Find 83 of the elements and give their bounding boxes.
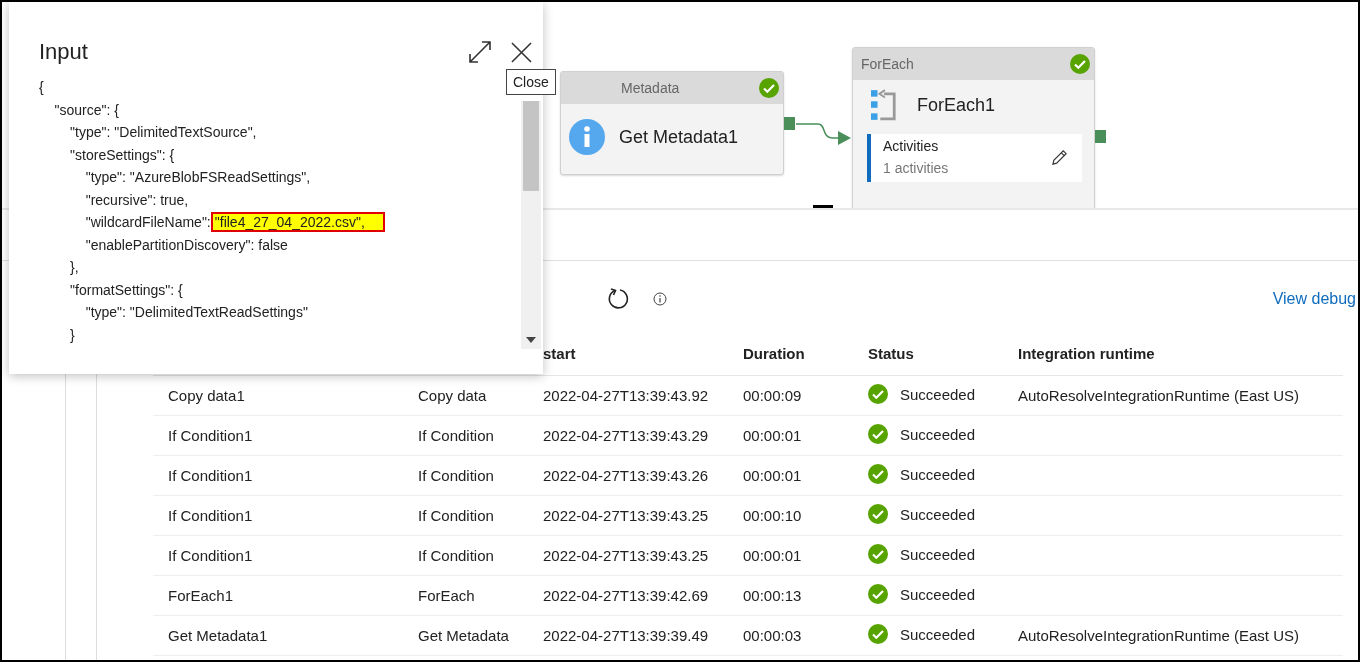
code-line: "wildcardFileName": — [84, 214, 211, 230]
activity-name: ForEach1 — [917, 94, 996, 116]
activities-card[interactable]: Activities 1 activities — [867, 134, 1082, 182]
table-cell: If Condition1 — [153, 535, 403, 576]
table-cell: 2022-04-27T13:39:42.69 — [528, 575, 728, 616]
column-header: Status — [853, 331, 1003, 376]
connector-arrow — [796, 121, 852, 147]
activity-node[interactable]: Metadata Get Metadata1 — [560, 71, 784, 175]
table-cell: Copy data — [403, 375, 528, 416]
table-cell: If Condition — [403, 415, 528, 456]
success-icon — [868, 544, 888, 564]
scroll-down-icon[interactable] — [526, 337, 536, 343]
table-cell: If Condition1 — [153, 455, 403, 496]
code-line: }, — [69, 259, 79, 275]
activities-title: Activities — [883, 138, 940, 154]
table-cell: ForEach1 — [153, 575, 403, 616]
view-debug-link[interactable]: View debug — [1272, 290, 1356, 308]
table-cell: 00:00:01 — [728, 415, 853, 456]
table-cell: 00:00:09 — [728, 375, 853, 416]
table-cell: ForEach — [403, 575, 528, 616]
table-cell: 00:00:01 — [728, 455, 853, 496]
activity-node[interactable]: ForEach ForEach1 Activities 1 activities — [852, 47, 1095, 208]
table-cell: 2022-04-27T13:39:43.29 — [528, 415, 728, 456]
success-icon — [868, 584, 888, 604]
success-icon — [868, 384, 888, 404]
table-cell: AutoResolveIntegrationRuntime (East US) — [1018, 627, 1299, 644]
status-text: Succeeded — [900, 545, 976, 563]
success-icon — [868, 464, 888, 484]
success-icon — [868, 424, 888, 444]
table-cell: 2022-04-27T13:39:39.49 — [528, 615, 728, 656]
code-line: "recursive": true, — [84, 191, 189, 208]
refresh-icon[interactable] — [607, 287, 631, 311]
expand-icon[interactable] — [469, 41, 491, 63]
info-icon — [569, 119, 605, 155]
info-icon[interactable] — [653, 292, 667, 306]
code-line: "type": "AzureBlobFSReadSettings", — [84, 169, 311, 185]
table-cell: 00:00:10 — [728, 495, 853, 536]
table-cell: 2022-04-27T13:39:43.25 — [528, 495, 728, 536]
status-text: Succeeded — [900, 465, 976, 483]
status-text: Succeeded — [900, 385, 976, 403]
code-line: "type": "DelimitedTextReadSettings" — [84, 304, 308, 320]
table-cell: 00:00:13 — [728, 575, 853, 616]
code-line: "storeSettings": { — [69, 146, 175, 163]
table-cell: Get Metadata1 — [153, 615, 403, 656]
activity-type: Metadata — [621, 80, 680, 96]
code-line: "type": "DelimitedTextSource", — [69, 124, 257, 140]
column-header: Duration — [728, 331, 853, 376]
table-cell: If Condition — [403, 495, 528, 536]
scrollbar[interactable] — [521, 101, 541, 349]
table-cell: 2022-04-27T13:39:43.92 — [528, 375, 728, 416]
table-cell: If Condition — [403, 455, 528, 496]
table-cell: 2022-04-27T13:39:43.26 — [528, 455, 728, 496]
status-text: Succeeded — [900, 425, 976, 443]
activity-name: Get Metadata1 — [619, 126, 739, 148]
status-text: Succeeded — [900, 505, 976, 523]
dialog-title: Input — [39, 39, 88, 65]
column-header: Integration runtime — [1003, 331, 1343, 376]
code-line: "source": { — [53, 101, 119, 118]
status-text: Succeeded — [900, 585, 976, 603]
table-cell: AutoResolveIntegrationRuntime (East US) — [1018, 387, 1299, 404]
table-cell: 2022-04-27T13:39:43.25 — [528, 535, 728, 576]
table-cell: 00:00:01 — [728, 535, 853, 576]
table-cell: If Condition1 — [153, 495, 403, 536]
table-cell: 00:00:03 — [728, 615, 853, 656]
pencil-icon[interactable] — [1051, 148, 1068, 166]
code-line: } — [69, 326, 75, 343]
success-icon — [868, 624, 888, 644]
table-cell: Copy data1 — [153, 375, 403, 416]
highlighted-value: "file4_27_04_2022.csv", — [212, 214, 383, 230]
code-line: "enablePartitionDiscovery": false — [84, 236, 288, 253]
code-line: { — [39, 79, 44, 95]
status-text: Succeeded — [900, 625, 976, 643]
table-cell: If Condition — [403, 535, 528, 576]
activity-type: ForEach — [861, 56, 914, 72]
activities-count: 1 activities — [883, 160, 949, 176]
code-line: "formatSettings": { — [69, 281, 183, 298]
table-cell: Get Metadata — [403, 615, 528, 656]
loop-icon — [871, 88, 897, 122]
tooltip: Close — [506, 69, 556, 95]
table-cell: If Condition1 — [153, 415, 403, 456]
close-icon[interactable] — [511, 41, 532, 63]
success-icon — [868, 504, 888, 524]
resize-handle[interactable] — [813, 205, 833, 208]
